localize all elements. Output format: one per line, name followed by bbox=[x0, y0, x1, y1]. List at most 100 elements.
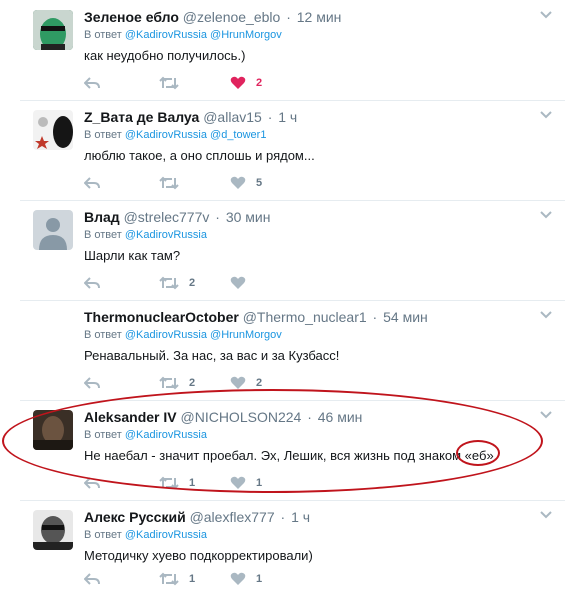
tweet[interactable]: Зеленое ебло @zelenoe_eblo · 12 мин В от… bbox=[20, 0, 565, 101]
tweet-feed: Зеленое ебло @zelenoe_eblo · 12 мин В от… bbox=[0, 0, 570, 593]
reply-mentions[interactable]: @KadirovRussia bbox=[125, 529, 207, 541]
display-name[interactable]: Влад bbox=[84, 209, 120, 225]
user-handle[interactable]: @strelec777v bbox=[124, 209, 210, 225]
tweet-text: люблю такое, а оно сплошь и рядом... bbox=[84, 148, 315, 163]
timestamp[interactable]: 54 мин bbox=[383, 309, 428, 325]
reply-button[interactable] bbox=[84, 570, 100, 588]
like-button[interactable] bbox=[230, 274, 256, 292]
like-button[interactable]: 2 bbox=[230, 74, 262, 92]
reply-context: В ответ @KadirovRussia @d_tower1 bbox=[84, 129, 266, 141]
tweet-text: Ренавальный. За нас, за вас и за Кузбасс… bbox=[84, 348, 340, 363]
retweet-count: 2 bbox=[189, 277, 196, 289]
display-name[interactable]: Зеленое ебло bbox=[84, 9, 179, 25]
chevron-down-icon[interactable] bbox=[539, 108, 553, 122]
like-count: 5 bbox=[256, 177, 263, 189]
tweet-text: как неудобно получилось.) bbox=[84, 48, 246, 63]
reply-mentions[interactable]: @KadirovRussia bbox=[125, 229, 207, 241]
display-name[interactable]: Aleksander IV bbox=[84, 409, 177, 425]
like-count: 2 bbox=[256, 77, 263, 89]
like-button[interactable]: 5 bbox=[230, 174, 262, 192]
user-handle[interactable]: @Thermo_nuclear1 bbox=[243, 309, 367, 325]
reply-icon bbox=[84, 477, 100, 489]
tweet-header: Алекс Русский @alexflex777 · 1 ч bbox=[84, 508, 310, 526]
reply-button[interactable] bbox=[84, 474, 100, 492]
timestamp[interactable]: 30 мин bbox=[226, 209, 271, 225]
user-handle[interactable]: @zelenoe_eblo bbox=[183, 9, 281, 25]
retweet-icon bbox=[159, 572, 179, 586]
timestamp[interactable]: 12 мин bbox=[297, 9, 342, 25]
tweet-text: Шарли как там? bbox=[84, 248, 181, 263]
chevron-down-icon[interactable] bbox=[539, 308, 553, 322]
separator: · bbox=[286, 9, 291, 25]
timestamp[interactable]: 46 мин bbox=[318, 409, 363, 425]
user-handle[interactable]: @alexflex777 bbox=[190, 509, 275, 525]
heart-icon bbox=[230, 176, 246, 189]
reply-icon bbox=[84, 573, 100, 585]
reply-button[interactable] bbox=[84, 374, 100, 392]
user-handle[interactable]: @NICHOLSON224 bbox=[181, 409, 302, 425]
retweet-button[interactable] bbox=[159, 74, 189, 92]
reply-prefix: В ответ bbox=[84, 29, 122, 41]
like-count: 2 bbox=[256, 377, 263, 389]
retweet-icon bbox=[159, 176, 179, 190]
reply-icon bbox=[84, 377, 100, 389]
chevron-down-icon[interactable] bbox=[539, 8, 553, 22]
reply-prefix: В ответ bbox=[84, 429, 122, 441]
reply-context: В ответ @KadirovRussia bbox=[84, 229, 207, 241]
like-button[interactable]: 1 bbox=[230, 570, 262, 588]
tweet-header: Z_Вата де Валуа @allav15 · 1 ч bbox=[84, 108, 297, 126]
chevron-down-icon[interactable] bbox=[539, 208, 553, 222]
reply-button[interactable] bbox=[84, 74, 100, 92]
retweet-button[interactable]: 1 bbox=[159, 474, 195, 492]
retweet-icon bbox=[159, 76, 179, 90]
avatar[interactable] bbox=[33, 410, 73, 450]
reply-prefix: В ответ bbox=[84, 229, 122, 241]
reply-button[interactable] bbox=[84, 274, 100, 292]
tweet[interactable]: Z_Вата де Валуа @allav15 · 1 ч В ответ @… bbox=[20, 100, 565, 201]
reply-context: В ответ @KadirovRussia bbox=[84, 529, 207, 541]
reply-mentions[interactable]: @KadirovRussia bbox=[125, 429, 207, 441]
reply-prefix: В ответ bbox=[84, 329, 122, 341]
avatar[interactable] bbox=[33, 510, 73, 550]
tweet[interactable]: ThermonuclearOctober @Thermo_nuclear1 · … bbox=[20, 300, 565, 401]
reply-mentions[interactable]: @KadirovRussia @HrunMorgov bbox=[125, 29, 282, 41]
like-count: 1 bbox=[256, 477, 263, 489]
avatar[interactable] bbox=[33, 10, 73, 50]
retweet-button[interactable] bbox=[159, 174, 189, 192]
tweet[interactable]: Алекс Русский @alexflex777 · 1 ч В ответ… bbox=[20, 500, 565, 593]
reply-icon bbox=[84, 77, 100, 89]
user-handle[interactable]: @allav15 bbox=[203, 109, 262, 125]
reply-mentions[interactable]: @KadirovRussia @HrunMorgov bbox=[125, 329, 282, 341]
retweet-count: 1 bbox=[189, 573, 196, 585]
tweet-header: Aleksander IV @NICHOLSON224 · 46 мин bbox=[84, 408, 362, 426]
reply-prefix: В ответ bbox=[84, 529, 122, 541]
separator: · bbox=[372, 309, 378, 325]
chevron-down-icon[interactable] bbox=[539, 508, 553, 522]
chevron-down-icon[interactable] bbox=[539, 408, 553, 422]
retweet-button[interactable]: 1 bbox=[159, 570, 195, 588]
heart-icon bbox=[230, 276, 246, 289]
separator: · bbox=[280, 509, 286, 525]
timestamp[interactable]: 1 ч bbox=[278, 109, 297, 125]
display-name[interactable]: Z_Вата де Валуа bbox=[84, 109, 199, 125]
display-name[interactable]: ThermonuclearOctober bbox=[84, 309, 239, 325]
reply-mentions[interactable]: @KadirovRussia @d_tower1 bbox=[125, 129, 267, 141]
like-button[interactable]: 2 bbox=[230, 374, 262, 392]
heart-icon bbox=[230, 476, 246, 489]
avatar[interactable] bbox=[33, 210, 73, 250]
retweet-button[interactable]: 2 bbox=[159, 374, 195, 392]
tweet[interactable]: Aleksander IV @NICHOLSON224 · 46 мин В о… bbox=[20, 400, 565, 501]
retweet-count: 2 bbox=[189, 377, 196, 389]
tweet-text: Методичку хуево подкорректировали) bbox=[84, 548, 313, 563]
reply-context: В ответ @KadirovRussia @HrunMorgov bbox=[84, 29, 282, 41]
reply-button[interactable] bbox=[84, 174, 100, 192]
reply-context: В ответ @KadirovRussia bbox=[84, 429, 207, 441]
tweet[interactable]: Влад @strelec777v · 30 мин В ответ @Kadi… bbox=[20, 200, 565, 301]
heart-icon bbox=[230, 376, 246, 389]
retweet-button[interactable]: 2 bbox=[159, 274, 195, 292]
like-button[interactable]: 1 bbox=[230, 474, 262, 492]
display-name[interactable]: Алекс Русский bbox=[84, 509, 186, 525]
timestamp[interactable]: 1 ч bbox=[291, 509, 310, 525]
separator: · bbox=[267, 109, 273, 125]
avatar[interactable] bbox=[33, 110, 73, 150]
